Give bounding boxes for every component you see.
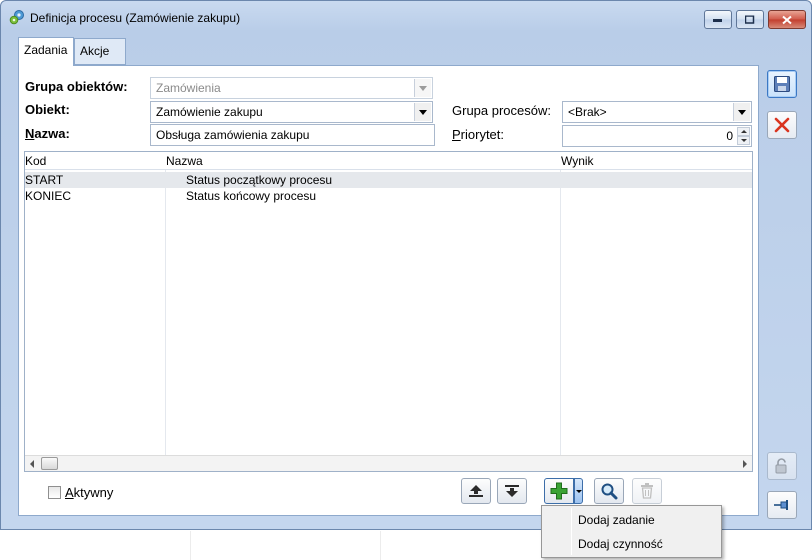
gears-icon [9,10,24,25]
priorytet-spinner[interactable]: 0 [562,125,752,147]
minimize-button[interactable] [704,10,732,29]
menu-item-dodaj-zadanie[interactable]: Dodaj zadanie [544,509,719,531]
priorytet-label: Priorytet: [452,127,504,142]
table-row[interactable]: START Status początkowy procesu [25,172,752,188]
cell-nazwa: Status początkowy procesu [186,173,333,187]
window-title: Definicja procesu (Zamówienie zakupu) [30,11,241,25]
add-button[interactable] [544,478,574,504]
scroll-right-icon[interactable] [743,460,747,468]
grupa-procesow-select[interactable]: <Brak> [562,101,752,123]
column-divider [165,170,166,457]
delete-button[interactable] [632,478,662,504]
title-bar[interactable]: Definicja procesu (Zamówienie zakupu) [1,1,811,31]
preview-button[interactable] [594,478,624,504]
cell-nazwa: Status końcowy procesu [186,189,317,203]
aktywny-label-rest: ktywny [73,485,114,500]
grupa-obiektow-label: Grupa obiektów: [25,79,128,94]
close-window-button[interactable] [768,10,806,29]
save-icon [774,76,790,92]
obiekt-value: Zamówienie zakupu [156,105,263,119]
nazwa-label-rest: azwa: [34,126,70,141]
magnifier-icon [601,483,618,500]
add-dropdown-menu: Dodaj zadanie Dodaj czynność [541,505,722,558]
add-dropdown-arrow[interactable] [574,478,583,504]
nazwa-value: Obsługa zamówienia zakupu [156,128,310,142]
unlock-button[interactable] [767,452,797,480]
aktywny-label-accel: A [65,485,74,500]
chevron-down-icon [414,79,431,97]
column-header-wynik[interactable]: Wynik [561,154,594,168]
add-icon [550,482,568,500]
horizontal-scrollbar[interactable] [25,455,752,471]
chevron-down-icon[interactable] [733,103,750,121]
column-header-nazwa[interactable]: Nazwa [166,154,203,168]
chevron-down-icon[interactable] [414,103,431,121]
grid-header: Kod Nazwa Wynik [25,152,752,170]
unlock-icon [775,458,787,474]
column-header-kod[interactable]: Kod [25,154,46,168]
nazwa-label: Nazwa: [25,126,70,141]
grupa-obiektow-select: Zamówienia [150,77,433,99]
trash-icon [641,483,653,499]
move-up-icon [469,485,483,497]
spin-up-icon[interactable] [737,127,750,136]
cancel-icon [774,117,790,133]
pin-button[interactable] [767,491,797,519]
grupa-procesow-value: <Brak> [568,105,607,119]
tasks-grid[interactable]: Kod Nazwa Wynik START Status początkowy … [24,151,753,472]
tab-zadania[interactable]: Zadania [18,37,74,66]
minimize-icon [713,18,722,22]
nazwa-label-accel: N [25,126,35,141]
background-divider [190,531,191,560]
menu-item-dodaj-czynnosc[interactable]: Dodaj czynność [544,533,719,555]
tab-akcje[interactable]: Akcje [74,38,126,65]
scrollbar-thumb[interactable] [41,457,58,470]
table-row[interactable]: KONIEC Status końcowy procesu [25,188,752,204]
aktywny-checkbox[interactable] [48,486,61,499]
priorytet-label-accel: P [452,127,461,142]
move-up-button[interactable] [461,478,491,504]
cell-kod: START [25,173,64,187]
process-definition-window: Definicja procesu (Zamówienie zakupu) Za… [0,0,812,530]
column-divider [560,170,561,457]
tab-panel-zadania: Grupa obiektów: Zamówienia Obiekt: Zamów… [18,65,759,516]
close-icon [782,15,792,24]
cell-kod: KONIEC [25,189,72,203]
obiekt-label: Obiekt: [25,102,70,117]
priorytet-label-rest: riorytet: [460,127,505,142]
move-down-icon [505,485,519,497]
grupa-procesow-label: Grupa procesów: [452,103,551,118]
save-button[interactable] [767,70,797,98]
nazwa-input[interactable]: Obsługa zamówienia zakupu [150,124,435,146]
pin-icon [774,500,788,510]
priorytet-value: 0 [726,129,733,143]
spinner-arrows[interactable] [737,127,750,145]
scroll-left-icon[interactable] [30,460,34,468]
background-divider [380,531,381,560]
cancel-button[interactable] [767,111,797,139]
maximize-icon [745,15,755,24]
spin-down-icon[interactable] [737,136,750,145]
aktywny-label[interactable]: Aktywny [65,485,113,500]
move-down-button[interactable] [497,478,527,504]
grupa-obiektow-value: Zamówienia [156,81,221,95]
maximize-button[interactable] [736,10,764,29]
obiekt-select[interactable]: Zamówienie zakupu [150,101,433,123]
